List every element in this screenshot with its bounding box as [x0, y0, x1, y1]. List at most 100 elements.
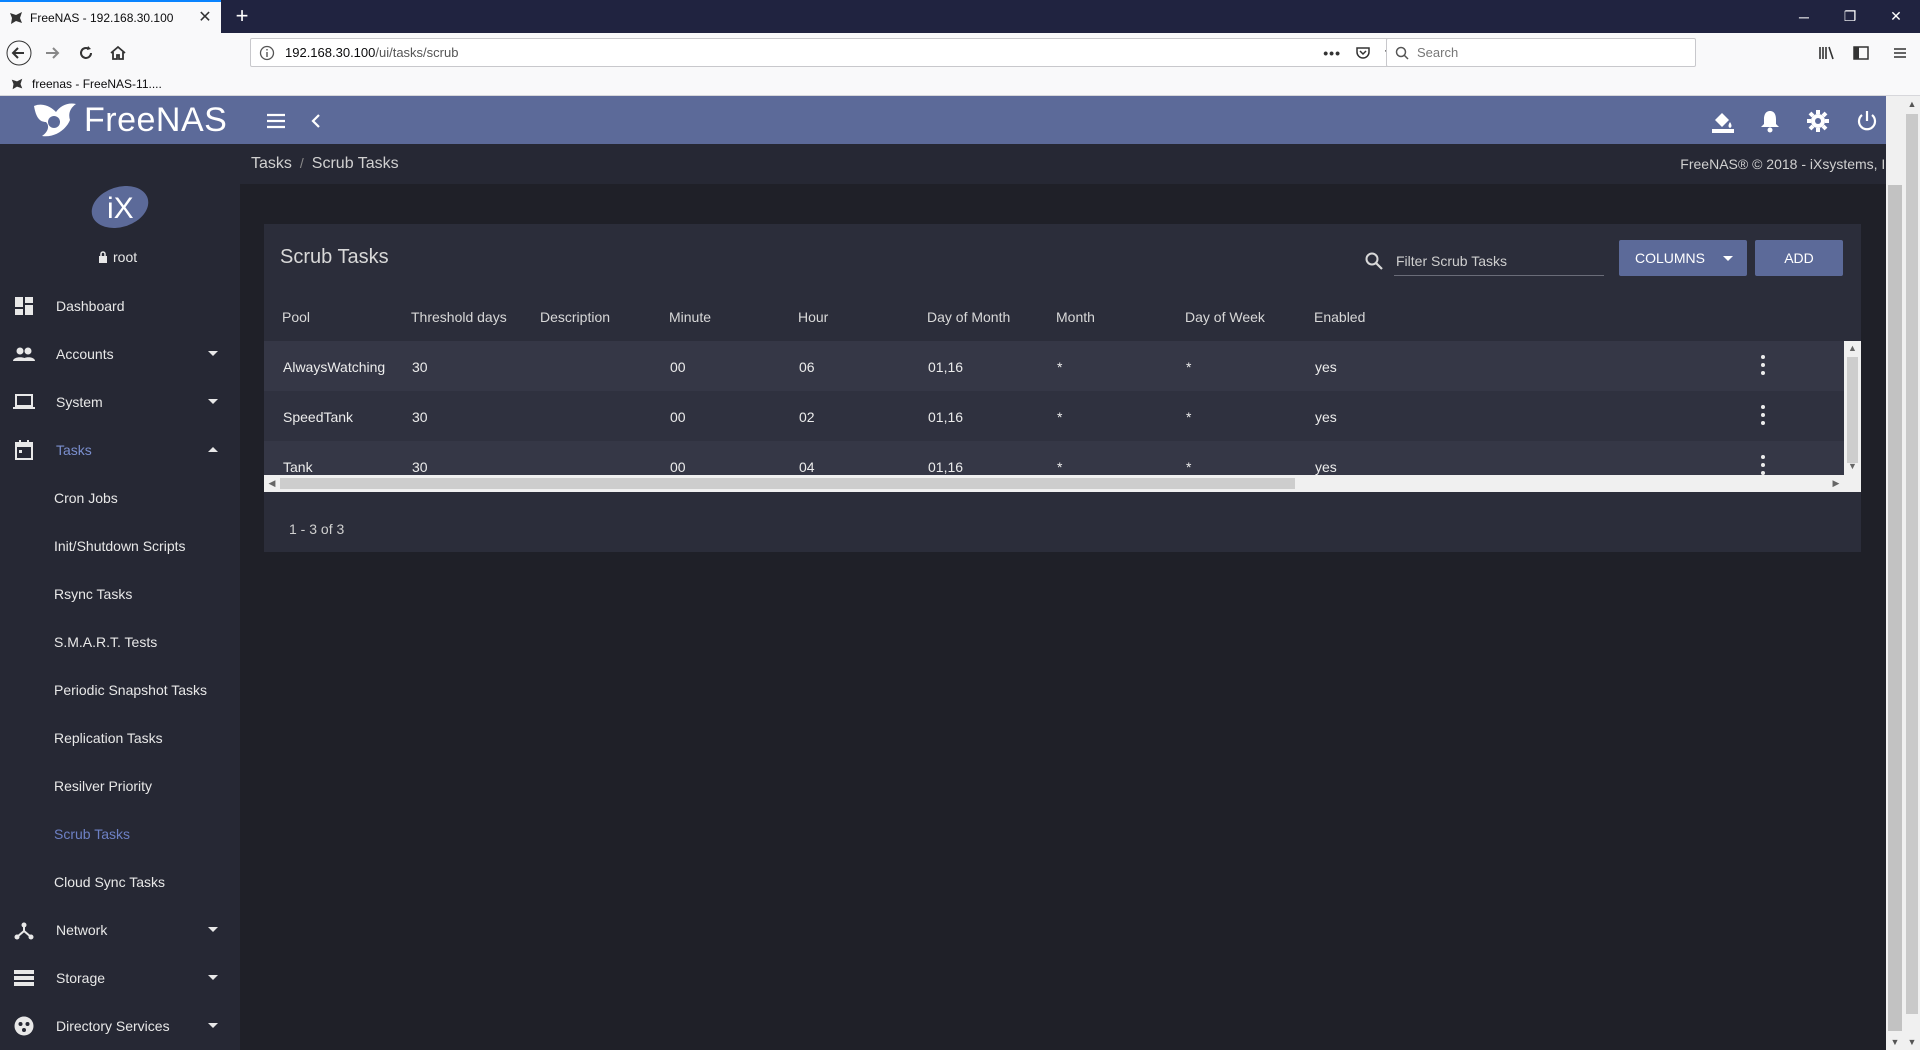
freenas-logo[interactable]: FreeNAS [30, 100, 227, 140]
logo-text: FreeNAS [84, 100, 228, 139]
scroll-down-icon[interactable]: ▼ [1844, 459, 1861, 473]
tab-close-icon[interactable]: ✕ [197, 9, 213, 26]
settings-gear-icon[interactable] [1805, 108, 1831, 134]
sidebar-toggle-icon[interactable] [1850, 42, 1872, 64]
row-actions-icon[interactable] [1760, 405, 1766, 425]
sidebar-item-directory-services[interactable]: Directory Services [0, 1002, 240, 1050]
sidebar-subitem-replication[interactable]: Replication Tasks [0, 714, 240, 762]
cell-month: * [1057, 359, 1063, 375]
content-scrollbar[interactable]: ▼ [1886, 96, 1904, 1050]
breadcrumb-tasks[interactable]: Tasks [251, 155, 292, 173]
column-header-day-of-month[interactable]: Day of Month [927, 309, 1010, 325]
column-header-description[interactable]: Description [540, 309, 610, 325]
sidebar-item-label: Network [56, 922, 108, 938]
url-host: 192.168.30.100 [285, 45, 376, 60]
site-info-icon[interactable] [259, 45, 275, 61]
sidebar-subitem-cron-jobs[interactable]: Cron Jobs [0, 474, 240, 522]
scroll-up-icon[interactable]: ▲ [1904, 96, 1920, 112]
row-actions-icon[interactable] [1760, 455, 1766, 475]
cell-day-of-month: 01,16 [928, 459, 964, 475]
cell-pool: Tank [283, 459, 313, 475]
scrollbar-thumb[interactable] [1888, 185, 1902, 1031]
sidebar-item-label: Dashboard [56, 298, 125, 314]
theme-paint-icon[interactable] [1710, 108, 1736, 134]
scrollbar-thumb[interactable] [1847, 357, 1858, 463]
scrollbar-thumb[interactable] [280, 478, 1295, 489]
sidebar-subitem-cloud-sync[interactable]: Cloud Sync Tasks [0, 858, 240, 906]
sidebar-item-storage[interactable]: Storage [0, 954, 240, 1002]
scroll-right-icon[interactable]: ▶ [1828, 475, 1844, 492]
search-placeholder: Search [1417, 45, 1459, 60]
sidebar-subitem-scrub[interactable]: Scrub Tasks [0, 810, 240, 858]
column-header-enabled[interactable]: Enabled [1314, 309, 1365, 325]
reload-icon[interactable] [72, 39, 100, 67]
sidebar-item-accounts[interactable]: Accounts [0, 330, 240, 378]
people-icon [12, 342, 36, 366]
browser-search-input[interactable]: Search [1386, 38, 1696, 67]
expand-caret-icon [208, 1023, 218, 1028]
bookmark-freenas[interactable]: freenas - FreeNAS-11.... [10, 77, 162, 91]
cell-minute: 00 [670, 459, 686, 475]
page-scrollbar[interactable]: ▲ ▼ [1904, 96, 1920, 1050]
scroll-down-icon[interactable]: ▼ [1904, 1034, 1920, 1050]
power-icon[interactable] [1854, 108, 1880, 134]
table-row[interactable]: AlwaysWatching 30 00 06 01,16 * * yes [264, 341, 1844, 391]
filter-input[interactable] [1396, 252, 1576, 269]
table-row[interactable]: Tank 30 00 04 01,16 * * yes [264, 441, 1844, 475]
new-tab-icon[interactable]: + [230, 4, 254, 28]
cell-threshold: 30 [412, 359, 428, 375]
browser-navbar: 192.168.30.100/ui/tasks/scrub ••• Search [0, 33, 1920, 72]
pocket-icon[interactable] [1355, 45, 1371, 61]
restore-icon[interactable]: ❐ [1827, 0, 1873, 33]
cell-month: * [1057, 409, 1063, 425]
filter-field[interactable] [1365, 246, 1604, 276]
svg-text:iX: iX [107, 192, 134, 225]
sidebar-subitem-periodic-snapshot[interactable]: Periodic Snapshot Tasks [0, 666, 240, 714]
url-text[interactable]: 192.168.30.100/ui/tasks/scrub [285, 45, 1323, 60]
sidebar-subitem-resilver[interactable]: Resilver Priority [0, 762, 240, 810]
browser-tab[interactable]: FreeNAS - 192.168.30.100 ✕ [0, 0, 221, 33]
table-vertical-scrollbar[interactable]: ▲ ▼ [1844, 341, 1861, 487]
bookmarks-bar: freenas - FreeNAS-11.... [0, 72, 1920, 96]
expand-caret-icon [208, 399, 218, 404]
sidebar-subitem-init-shutdown[interactable]: Init/Shutdown Scripts [0, 522, 240, 570]
columns-button[interactable]: COLUMNS [1619, 240, 1747, 276]
sidebar-subitem-rsync[interactable]: Rsync Tasks [0, 570, 240, 618]
sidebar-item-dashboard[interactable]: Dashboard [0, 282, 240, 330]
scroll-up-icon[interactable]: ▲ [1844, 341, 1861, 355]
notifications-bell-icon[interactable] [1757, 108, 1783, 134]
scroll-left-icon[interactable]: ◀ [264, 475, 280, 492]
add-button[interactable]: ADD [1755, 240, 1843, 276]
close-window-icon[interactable]: ✕ [1873, 0, 1919, 33]
url-bar[interactable]: 192.168.30.100/ui/tasks/scrub ••• [250, 38, 1410, 67]
column-header-hour[interactable]: Hour [798, 309, 828, 325]
back-icon[interactable] [5, 39, 33, 67]
freenas-bookmark-icon [11, 78, 23, 89]
cell-day-of-month: 01,16 [928, 409, 964, 425]
sidebar-subitem-smart[interactable]: S.M.A.R.T. Tests [0, 618, 240, 666]
scroll-down-icon[interactable]: ▼ [1886, 1034, 1904, 1050]
cell-day-of-month: 01,16 [928, 359, 964, 375]
minimize-icon[interactable]: ─ [1781, 0, 1827, 33]
table-horizontal-scrollbar[interactable]: ◀ ▶ [264, 475, 1861, 492]
sidebar-item-tasks[interactable]: Tasks [0, 426, 240, 474]
lock-icon [99, 251, 107, 263]
table-row[interactable]: SpeedTank 30 00 02 01,16 * * yes [264, 391, 1844, 441]
page-actions-icon[interactable]: ••• [1323, 45, 1341, 61]
library-icon[interactable] [1816, 42, 1838, 64]
sidebar-item-system[interactable]: System [0, 378, 240, 426]
sidebar-item-network[interactable]: Network [0, 906, 240, 954]
column-header-month[interactable]: Month [1056, 309, 1095, 325]
forward-icon[interactable] [38, 39, 66, 67]
collapse-caret-icon [208, 447, 218, 452]
menu-toggle-icon[interactable] [263, 108, 289, 134]
column-header-minute[interactable]: Minute [669, 309, 711, 325]
scrollbar-thumb[interactable] [1906, 114, 1918, 1014]
column-header-day-of-week[interactable]: Day of Week [1185, 309, 1265, 325]
browser-menu-icon[interactable] [1889, 42, 1911, 64]
home-icon[interactable] [104, 39, 132, 67]
column-header-threshold[interactable]: Threshold days [411, 309, 507, 325]
row-actions-icon[interactable] [1760, 355, 1766, 375]
collapse-sidebar-icon[interactable] [303, 108, 329, 134]
column-header-pool[interactable]: Pool [282, 309, 310, 325]
